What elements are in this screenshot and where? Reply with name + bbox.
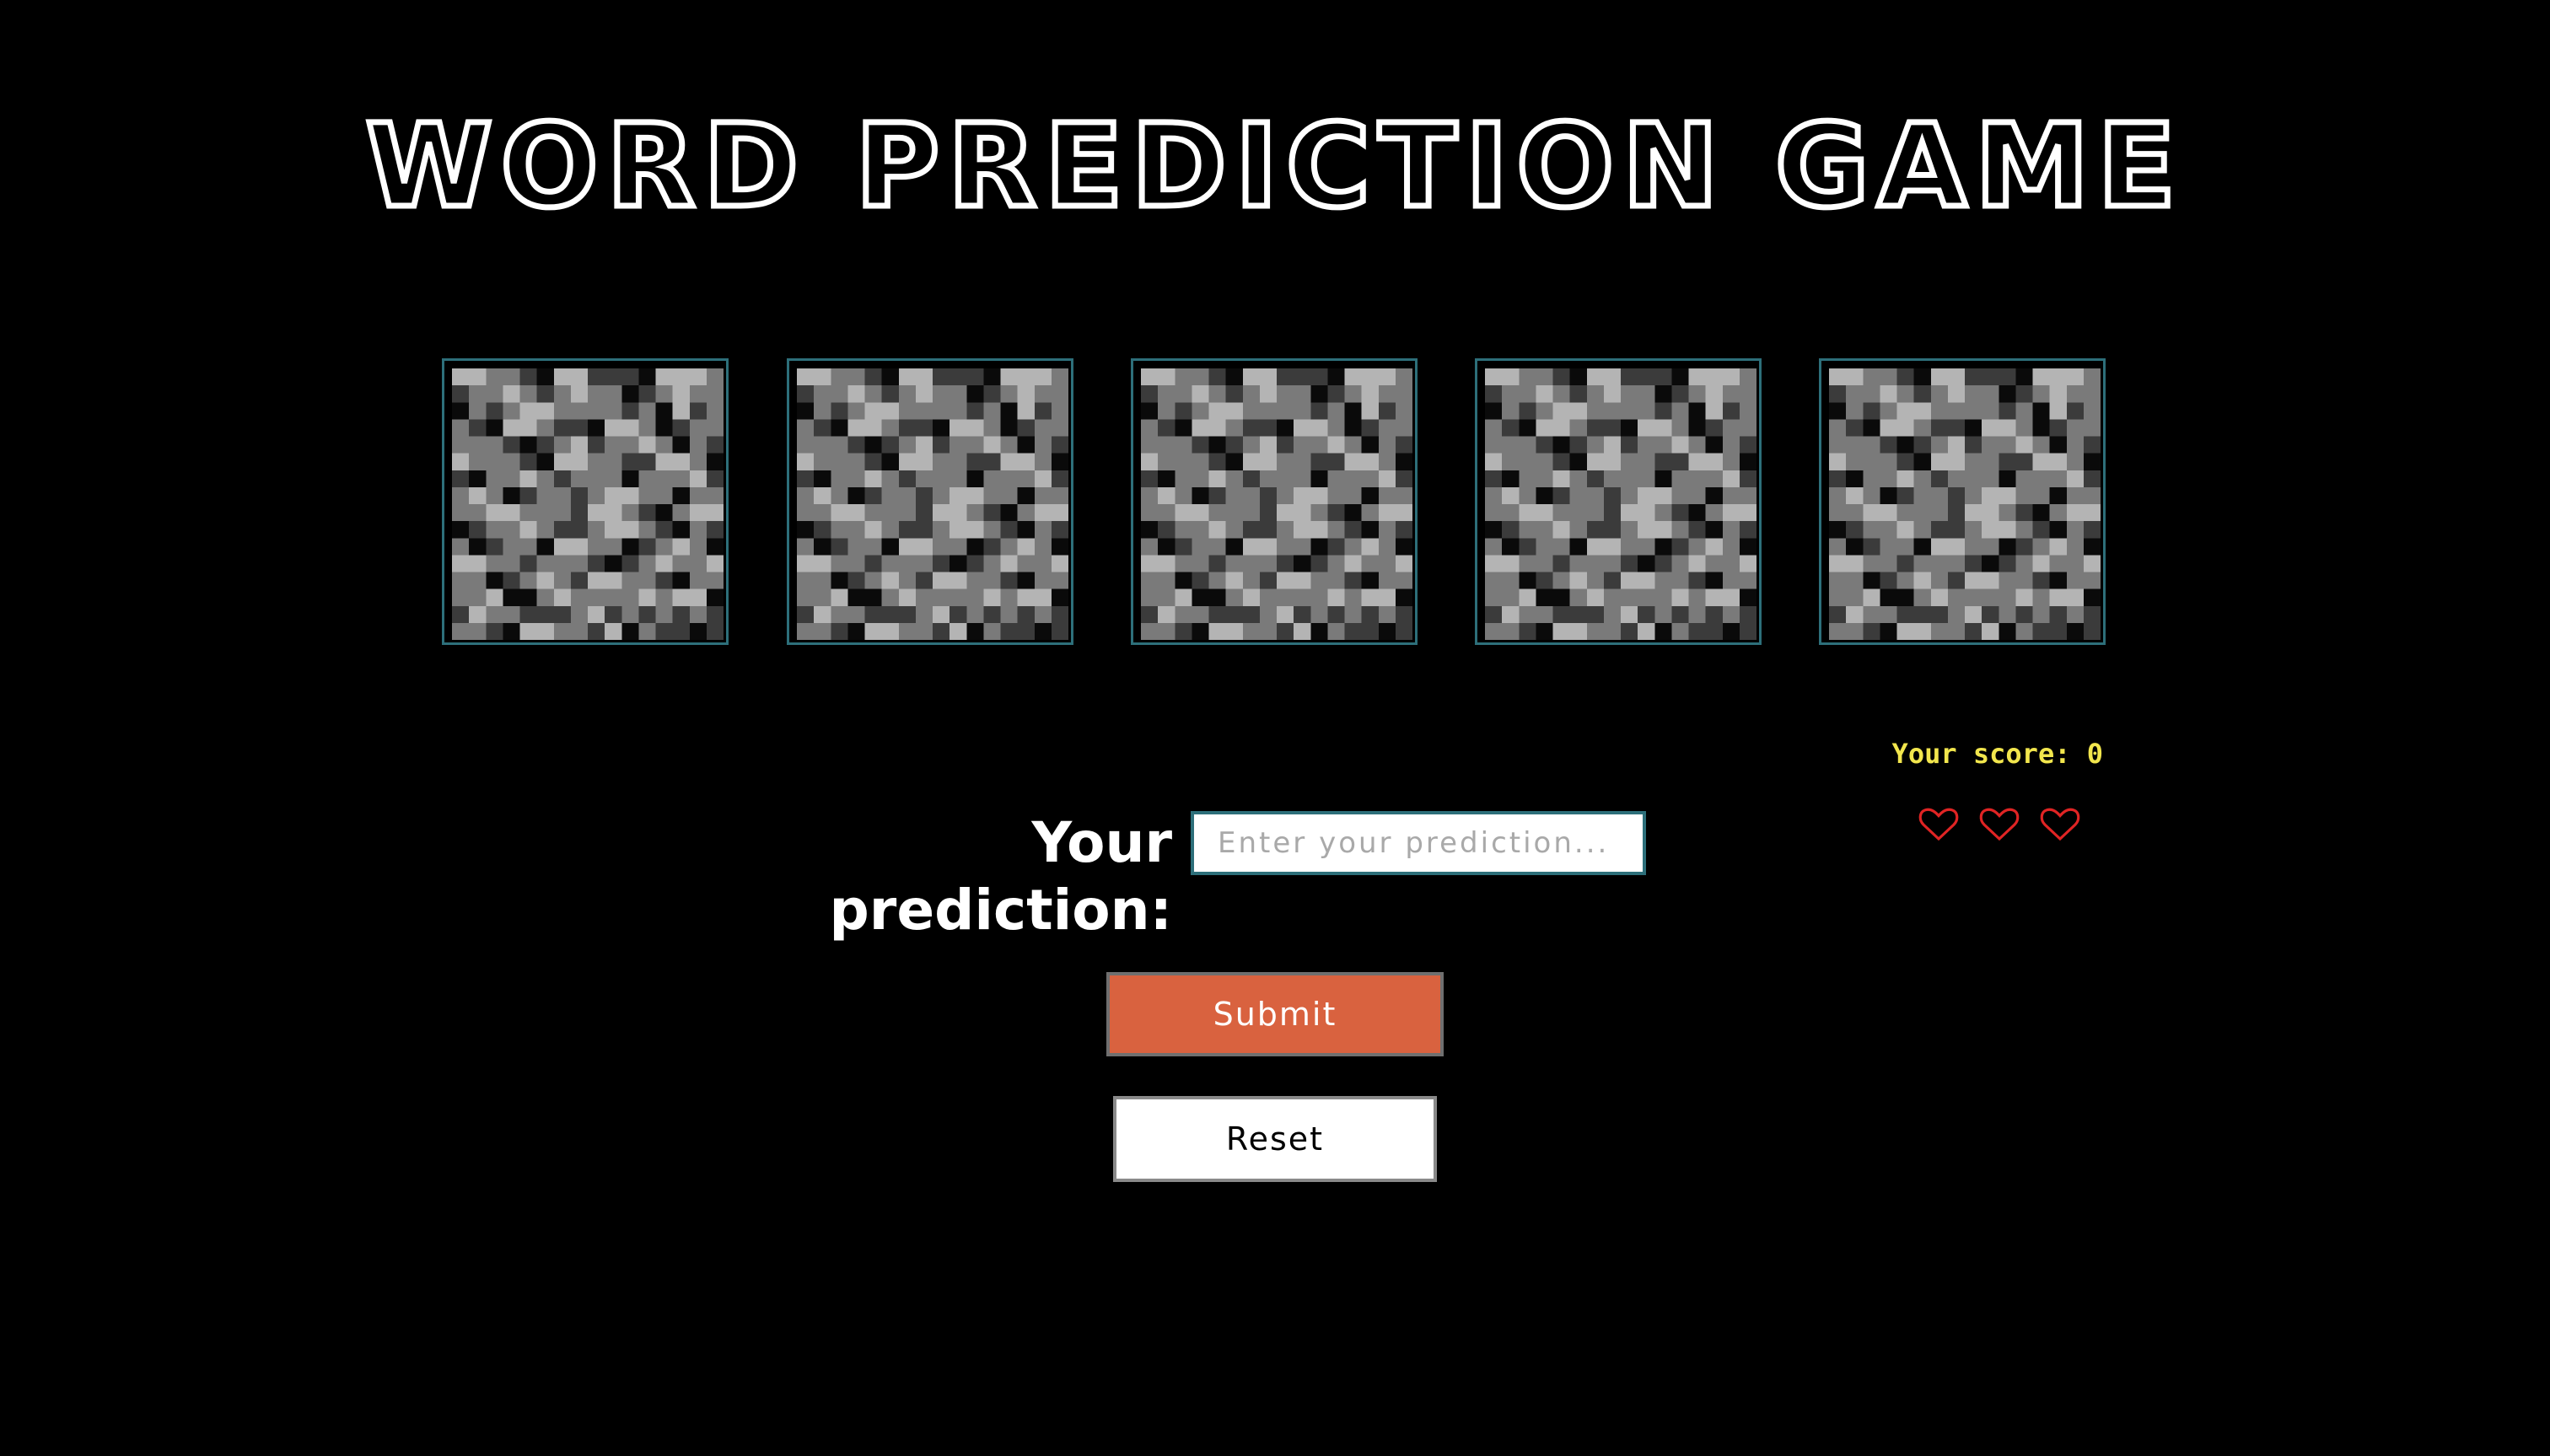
cobblestone-block-icon	[1141, 368, 1412, 640]
page-title: WORD PREDICTION GAME	[363, 98, 2185, 237]
cobblestone-block-icon	[1829, 368, 2101, 640]
prediction-label: Your prediction:	[829, 810, 1172, 943]
reset-button[interactable]: Reset	[1113, 1096, 1437, 1182]
heart-icon	[2037, 801, 2083, 846]
score-display: Your score: 0	[1891, 738, 2103, 770]
word-tile-2[interactable]	[787, 358, 1073, 645]
word-tile-4[interactable]	[1475, 358, 1762, 645]
lives-hearts	[1916, 801, 2093, 846]
cobblestone-block-icon	[1485, 368, 1756, 640]
cobblestone-block-icon	[452, 368, 724, 640]
word-tiles	[442, 358, 2108, 648]
word-tile-1[interactable]	[442, 358, 729, 645]
heart-icon	[1977, 801, 2022, 846]
submit-button[interactable]: Submit	[1106, 972, 1444, 1056]
word-tile-5[interactable]	[1819, 358, 2106, 645]
heart-icon	[1916, 801, 1961, 846]
word-tile-3[interactable]	[1131, 358, 1418, 645]
prediction-input[interactable]	[1191, 811, 1646, 875]
cobblestone-block-icon	[797, 368, 1068, 640]
